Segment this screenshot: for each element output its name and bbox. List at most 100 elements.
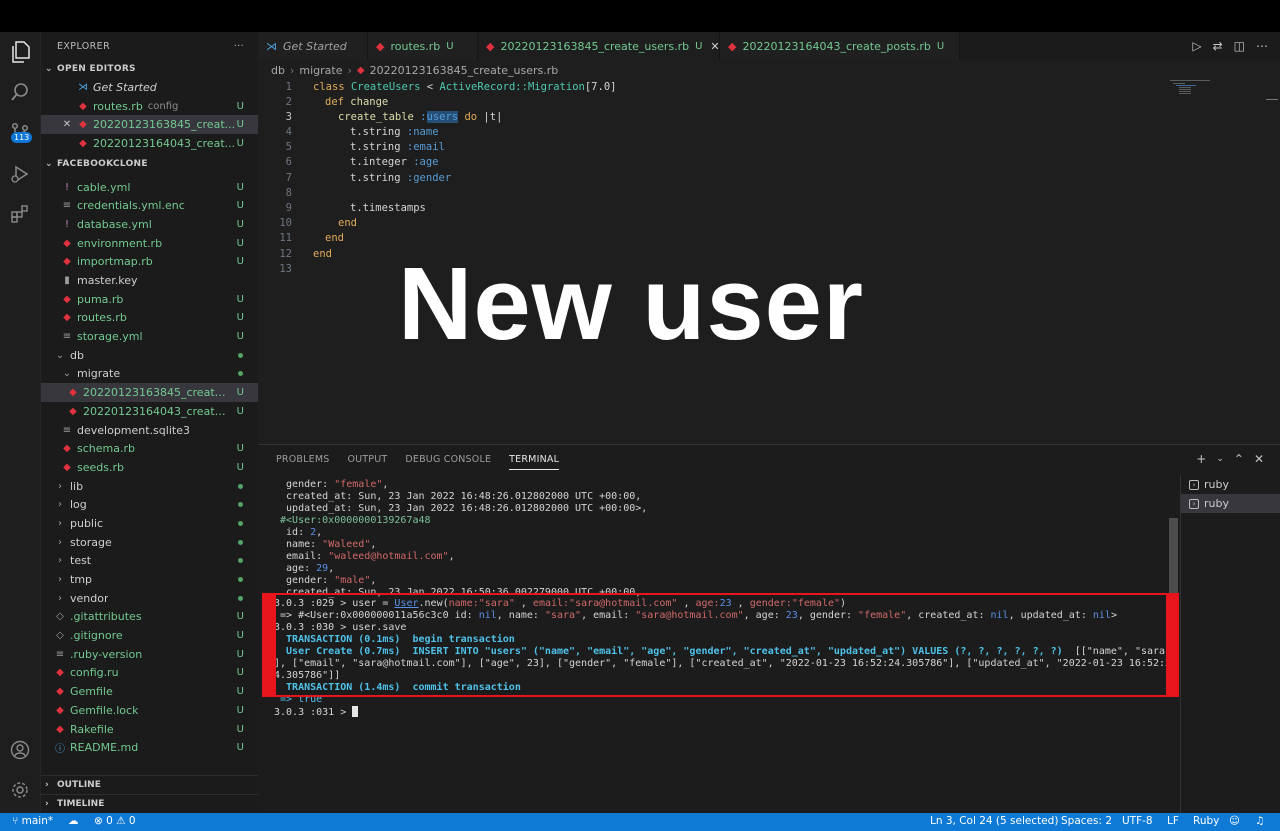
- file-item[interactable]: ◆ environment.rb U: [41, 234, 258, 253]
- code-line: t.string :email: [350, 141, 445, 153]
- folder-item[interactable]: ⌄ migrate: [41, 365, 258, 384]
- git-status: U: [236, 387, 244, 399]
- file-item[interactable]: ◆ schema.rb U: [41, 439, 258, 458]
- tab-create-posts[interactable]: ◆ 20220123164043_create_posts.rb U: [720, 32, 960, 60]
- folder-item[interactable]: ⌄ db: [41, 346, 258, 365]
- open-editor-item[interactable]: ◆ routes.rb config U: [41, 97, 258, 116]
- file-item[interactable]: ◆ routes.rb U: [41, 309, 258, 328]
- new-terminal-icon[interactable]: +: [1196, 452, 1206, 466]
- close-tab-icon[interactable]: ✕: [710, 40, 719, 53]
- open-editor-item[interactable]: ⋊ Get Started: [41, 78, 258, 97]
- folder-item[interactable]: › lib: [41, 477, 258, 496]
- file-item[interactable]: ! cable.yml U: [41, 178, 258, 197]
- encoding[interactable]: UTF-8: [1122, 815, 1153, 827]
- file-item[interactable]: ◆ 20220123164043_create_... U: [41, 402, 258, 421]
- ruby-file-icon: ◆: [356, 64, 365, 76]
- file-item[interactable]: ◇ .gitattributes U: [41, 608, 258, 627]
- file-item[interactable]: ◆ seeds.rb U: [41, 458, 258, 477]
- timeline-section[interactable]: › TIMELINE: [41, 794, 258, 813]
- file-name: Gemfile: [70, 685, 113, 699]
- language-mode[interactable]: Ruby: [1193, 815, 1219, 827]
- folder-chevron-icon: ⌄: [55, 349, 65, 361]
- tab-debug-console[interactable]: DEBUG CONSOLE: [405, 454, 491, 470]
- tab-routes[interactable]: ◆ routes.rb U: [368, 32, 478, 60]
- maximize-panel-icon[interactable]: ⌃: [1234, 452, 1244, 466]
- chevron-down-icon[interactable]: ⌄: [1216, 454, 1224, 466]
- file-item[interactable]: ◆ 20220123163845_create_... U: [41, 383, 258, 402]
- terminal-item-active[interactable]: › ruby: [1181, 494, 1280, 513]
- editor-actions: ▷ ⇄ ◫ ⋯: [1192, 39, 1268, 53]
- breadcrumb-item[interactable]: migrate: [299, 64, 342, 77]
- file-item[interactable]: ! database.yml U: [41, 215, 258, 234]
- terminal-prompt[interactable]: 3.0.3 :031 >: [274, 706, 359, 718]
- open-editor-item-active[interactable]: ✕ ◆ 20220123163845_creat... U: [41, 115, 258, 135]
- file-item[interactable]: ◆ puma.rb U: [41, 290, 258, 309]
- file-item[interactable]: ◇ .gitignore U: [41, 626, 258, 645]
- close-panel-icon[interactable]: ✕: [1254, 452, 1264, 466]
- end-of-line[interactable]: LF: [1167, 815, 1179, 827]
- project-header[interactable]: ⌄ FACEBOOKCLONE: [41, 155, 258, 173]
- tab-problems[interactable]: PROBLEMS: [276, 454, 329, 470]
- run-icon[interactable]: ▷: [1192, 39, 1201, 53]
- file-item[interactable]: ◆ config.ru U: [41, 664, 258, 683]
- tab-create-users[interactable]: ◆ 20220123163845_create_users.rb U ✕: [478, 32, 720, 60]
- more-actions-icon[interactable]: ⋯: [1256, 39, 1268, 53]
- file-item[interactable]: ≡ credentials.yml.enc U: [41, 196, 258, 215]
- editor-tabs: ⋊ Get Started ◆ routes.rb U ◆ 2022012316…: [258, 32, 1280, 60]
- close-icon[interactable]: ✕: [61, 119, 73, 130]
- notifications-bell-icon[interactable]: ♫: [1255, 815, 1264, 827]
- cursor-position[interactable]: Ln 3, Col 24 (5 selected): [930, 815, 1058, 827]
- open-editor-name: 20220123163845_creat...: [93, 118, 236, 132]
- file-item[interactable]: ▮ master.key: [41, 271, 258, 290]
- file-item[interactable]: ≡ storage.yml U: [41, 327, 258, 346]
- split-editor-icon[interactable]: ◫: [1234, 39, 1245, 53]
- folder-item[interactable]: › public: [41, 514, 258, 533]
- file-tree: ! cable.yml U ≡ credentials.yml.enc U! databas…: [41, 178, 258, 757]
- file-item[interactable]: ⓘ README.md U: [41, 738, 258, 757]
- code-line: end: [338, 217, 357, 229]
- branch-indicator[interactable]: ⑂ main*: [12, 815, 53, 827]
- panel-tabs: PROBLEMS OUTPUT DEBUG CONSOLE TERMINAL: [276, 454, 560, 470]
- terminal-item[interactable]: › ruby: [1181, 475, 1280, 494]
- open-editor-item[interactable]: ◆ 20220123164043_creat... U: [41, 134, 258, 153]
- open-editors-header[interactable]: ⌄ OPEN EDITORS: [41, 60, 258, 78]
- file-item[interactable]: ≡ .ruby-version U: [41, 645, 258, 664]
- tab-output[interactable]: OUTPUT: [347, 454, 387, 470]
- folder-item[interactable]: › tmp: [41, 570, 258, 589]
- line-number: 8: [285, 187, 292, 199]
- compare-changes-icon[interactable]: ⇄: [1213, 39, 1223, 53]
- indentation[interactable]: Spaces: 2: [1061, 815, 1112, 827]
- file-item[interactable]: ◆ Rakefile U: [41, 720, 258, 739]
- file-name: storage.yml: [77, 330, 143, 344]
- explorer-icon[interactable]: [8, 40, 32, 64]
- more-actions-icon[interactable]: ···: [234, 41, 244, 52]
- minimap[interactable]: [1170, 80, 1280, 444]
- tab-terminal[interactable]: TERMINAL: [509, 454, 560, 470]
- folder-item[interactable]: › vendor: [41, 589, 258, 608]
- search-icon[interactable]: [8, 80, 32, 104]
- code-line: t.string :name: [350, 126, 439, 138]
- file-name: tmp: [70, 573, 93, 587]
- extensions-icon[interactable]: [8, 202, 32, 226]
- terminal-line: gender: "female",: [274, 479, 389, 490]
- file-name: vendor: [70, 591, 109, 605]
- outline-section[interactable]: › OUTLINE: [41, 775, 258, 794]
- file-item[interactable]: ≡ development.sqlite3: [41, 421, 258, 440]
- account-icon[interactable]: [8, 738, 32, 762]
- breadcrumb-item[interactable]: 20220123163845_create_users.rb: [370, 64, 559, 77]
- file-item[interactable]: ◆ Gemfile.lock U: [41, 701, 258, 720]
- folder-chevron-icon: ›: [58, 592, 62, 604]
- problems-indicator[interactable]: ⊗ 0 ⚠ 0: [94, 815, 136, 827]
- file-item[interactable]: ◆ importmap.rb U: [41, 253, 258, 272]
- run-debug-icon[interactable]: [8, 162, 32, 186]
- outline-title: OUTLINE: [57, 780, 101, 790]
- tab-get-started[interactable]: ⋊ Get Started: [258, 32, 368, 60]
- folder-item[interactable]: › test: [41, 552, 258, 571]
- folder-item[interactable]: › log: [41, 495, 258, 514]
- breadcrumb-item[interactable]: db: [271, 64, 285, 77]
- folder-item[interactable]: › storage: [41, 533, 258, 552]
- settings-gear-icon[interactable]: [8, 778, 32, 802]
- file-item[interactable]: ◆ Gemfile U: [41, 682, 258, 701]
- sync-icon[interactable]: ☁: [68, 815, 79, 827]
- feedback-icon[interactable]: ☺: [1229, 815, 1240, 827]
